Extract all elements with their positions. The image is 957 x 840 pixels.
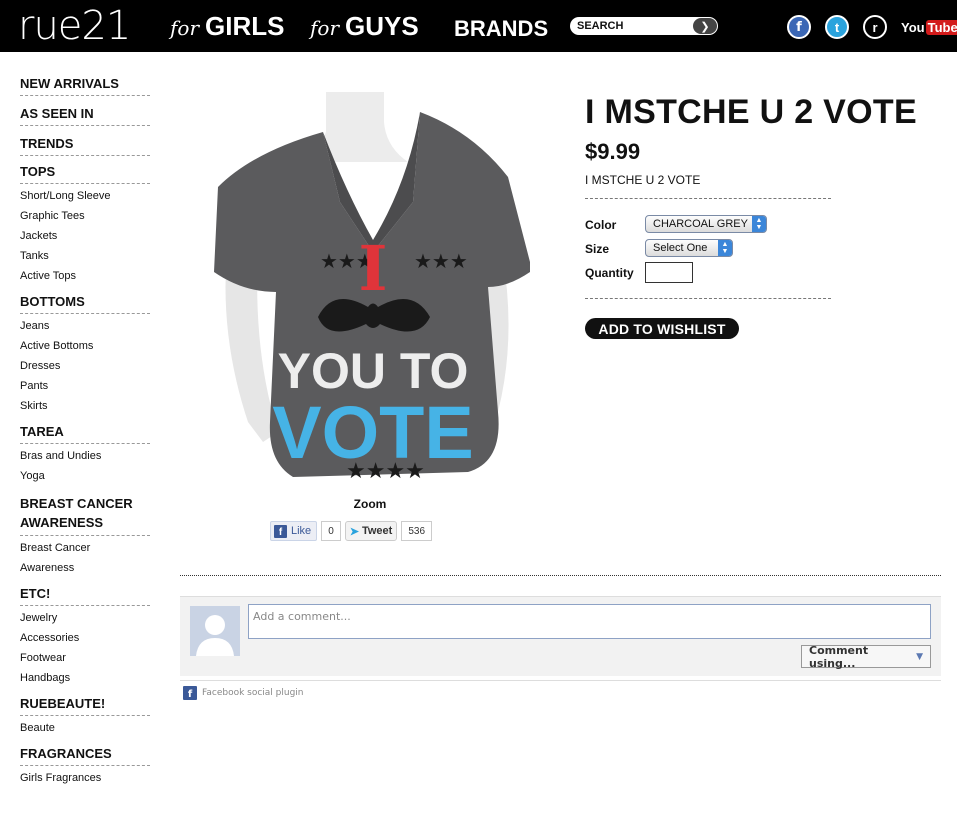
sidebar-link-tanks[interactable]: Tanks: [20, 246, 150, 266]
sidebar-link-accessories[interactable]: Accessories: [20, 628, 150, 648]
facebook-icon: f: [183, 686, 197, 700]
sidebar-link-jackets[interactable]: Jackets: [20, 226, 150, 246]
sidebar-heading-ruebeaute[interactable]: RUEBEAUTE!: [20, 696, 150, 716]
select-arrows-icon: ▲ ▼: [752, 216, 766, 232]
add-to-wishlist-button[interactable]: ADD TO WISHLIST: [585, 318, 739, 339]
sidebar-link-graphic-tees[interactable]: Graphic Tees: [20, 206, 150, 226]
zoom-link[interactable]: Zoom: [330, 497, 410, 511]
sidebar-link-footwear[interactable]: Footwear: [20, 648, 150, 668]
default-avatar-icon: [190, 606, 240, 656]
like-count: 0: [321, 521, 341, 541]
sidebar-heading-etc[interactable]: ETC!: [20, 586, 150, 606]
sidebar-heading-tarea[interactable]: TAREA: [20, 424, 150, 444]
category-sidebar: NEW ARRIVALS AS SEEN IN TRENDS TOPS Shor…: [20, 76, 150, 788]
nav-for-guys-label: GUYS: [345, 11, 419, 41]
rue21-logo[interactable]: rue21: [18, 4, 131, 48]
info-divider-top: [585, 198, 831, 199]
sidebar-link-jeans[interactable]: Jeans: [20, 316, 150, 336]
tweet-count: 536: [401, 521, 433, 541]
product-image[interactable]: ★★★ ★★★ ★★★★ I YOU TO VOTE: [208, 92, 530, 492]
twitter-bird-icon: ➤: [349, 525, 359, 538]
tshirt-illustration: ★★★ ★★★ ★★★★ I YOU TO VOTE: [214, 92, 530, 484]
color-select-value: CHARCOAL GREY: [653, 218, 748, 230]
sidebar-link-handbags[interactable]: Handbags: [20, 668, 150, 688]
sidebar-heading-trends[interactable]: TRENDS: [20, 136, 150, 156]
product-title: I MSTCHE U 2 VOTE: [585, 93, 917, 131]
sidebar-link-awareness[interactable]: Awareness: [20, 558, 150, 578]
sidebar-link-pants[interactable]: Pants: [20, 376, 150, 396]
quantity-field[interactable]: [645, 262, 693, 283]
facebook-like-button[interactable]: f Like: [270, 521, 318, 541]
tweet-label: Tweet: [361, 525, 393, 537]
sidebar-heading-fragrances[interactable]: FRAGRANCES: [20, 746, 150, 766]
sidebar-heading-bottoms[interactable]: BOTTOMS: [20, 294, 150, 314]
nav-for-guys-prefix: for: [310, 16, 340, 40]
shirt-text-line2: VOTE: [272, 391, 473, 474]
like-label: Like: [291, 525, 312, 537]
share-bar: f Like 0 ➤ Tweet 536: [270, 521, 433, 541]
sidebar-link-active-tops[interactable]: Active Tops: [20, 266, 150, 286]
sidebar-link-active-bottoms[interactable]: Active Bottoms: [20, 336, 150, 356]
size-label: Size: [585, 242, 610, 256]
product-subtitle: I MSTCHE U 2 VOTE: [585, 173, 701, 187]
search-input[interactable]: SEARCH ❯: [570, 17, 718, 35]
sidebar-link-jewelry[interactable]: Jewelry: [20, 608, 150, 628]
search-placeholder: SEARCH: [577, 20, 624, 32]
sidebar-heading-new-arrivals[interactable]: NEW ARRIVALS: [20, 76, 150, 96]
nav-for-girls[interactable]: for GIRLS: [170, 10, 284, 44]
nav-brands[interactable]: BRANDS: [454, 13, 548, 45]
comments-separator: [180, 575, 941, 576]
shirt-letter-i: I: [358, 232, 387, 305]
sidebar-link-girls-fragrances[interactable]: Girls Fragrances: [20, 768, 150, 788]
sidebar-link-short-long-sleeve[interactable]: Short/Long Sleeve: [20, 186, 150, 206]
facebook-plugin-label[interactable]: Facebook social plugin: [202, 688, 304, 698]
facebook-plugin-footer: f Facebook social plugin: [180, 680, 941, 700]
site-header: rue21 for GIRLS for GUYS BRANDS SEARCH ❯…: [0, 0, 957, 52]
facebook-icon: f: [274, 524, 287, 538]
select-arrows-icon: ▲ ▼: [718, 240, 732, 256]
youtube-you: You: [901, 19, 925, 35]
nav-brands-label: BRANDS: [454, 16, 549, 41]
nav-for-girls-prefix: for: [170, 16, 200, 40]
color-label: Color: [585, 218, 617, 232]
twitter-icon[interactable]: t: [825, 15, 849, 39]
facebook-comment-box: Add a comment... Comment using... ▼: [180, 596, 941, 676]
svg-text:★★★: ★★★: [414, 249, 468, 273]
size-select[interactable]: Select One ▲ ▼: [645, 239, 733, 257]
sidebar-heading-tops[interactable]: TOPS: [20, 164, 150, 184]
avatar: [190, 606, 240, 656]
youtube-icon[interactable]: You Tube: [901, 17, 957, 37]
comment-input[interactable]: Add a comment...: [248, 604, 931, 639]
youtube-tube: Tube: [925, 19, 957, 35]
sidebar-link-dresses[interactable]: Dresses: [20, 356, 150, 376]
quantity-label: Quantity: [585, 266, 634, 280]
info-divider-bottom: [585, 298, 831, 299]
nav-for-guys[interactable]: for GUYS: [310, 10, 419, 44]
color-select[interactable]: CHARCOAL GREY ▲ ▼: [645, 215, 767, 233]
sidebar-heading-breast-cancer-awareness[interactable]: BREAST CANCER AWARENESS: [20, 494, 150, 536]
chevron-down-icon: ▼: [916, 651, 923, 662]
sidebar-link-bras-and-undies[interactable]: Bras and Undies: [20, 446, 150, 466]
comment-using-dropdown[interactable]: Comment using... ▼: [801, 643, 931, 670]
nav-for-girls-label: GIRLS: [205, 11, 285, 41]
search-go-button[interactable]: ❯: [693, 18, 717, 34]
facebook-icon[interactable]: f: [787, 15, 811, 39]
tweet-button[interactable]: ➤ Tweet: [344, 521, 398, 541]
comment-using-label: Comment using...: [809, 643, 869, 670]
sidebar-link-skirts[interactable]: Skirts: [20, 396, 150, 416]
rue21-r-icon[interactable]: r: [863, 15, 887, 39]
sidebar-link-beaute[interactable]: Beaute: [20, 718, 150, 738]
sidebar-link-breast-cancer[interactable]: Breast Cancer: [20, 538, 150, 558]
product-price: $9.99: [585, 139, 641, 164]
sidebar-link-yoga[interactable]: Yoga: [20, 466, 150, 486]
size-select-value: Select One: [653, 242, 708, 254]
sidebar-heading-as-seen-in[interactable]: AS SEEN IN: [20, 106, 150, 126]
chevron-right-icon: ❯: [700, 20, 710, 33]
